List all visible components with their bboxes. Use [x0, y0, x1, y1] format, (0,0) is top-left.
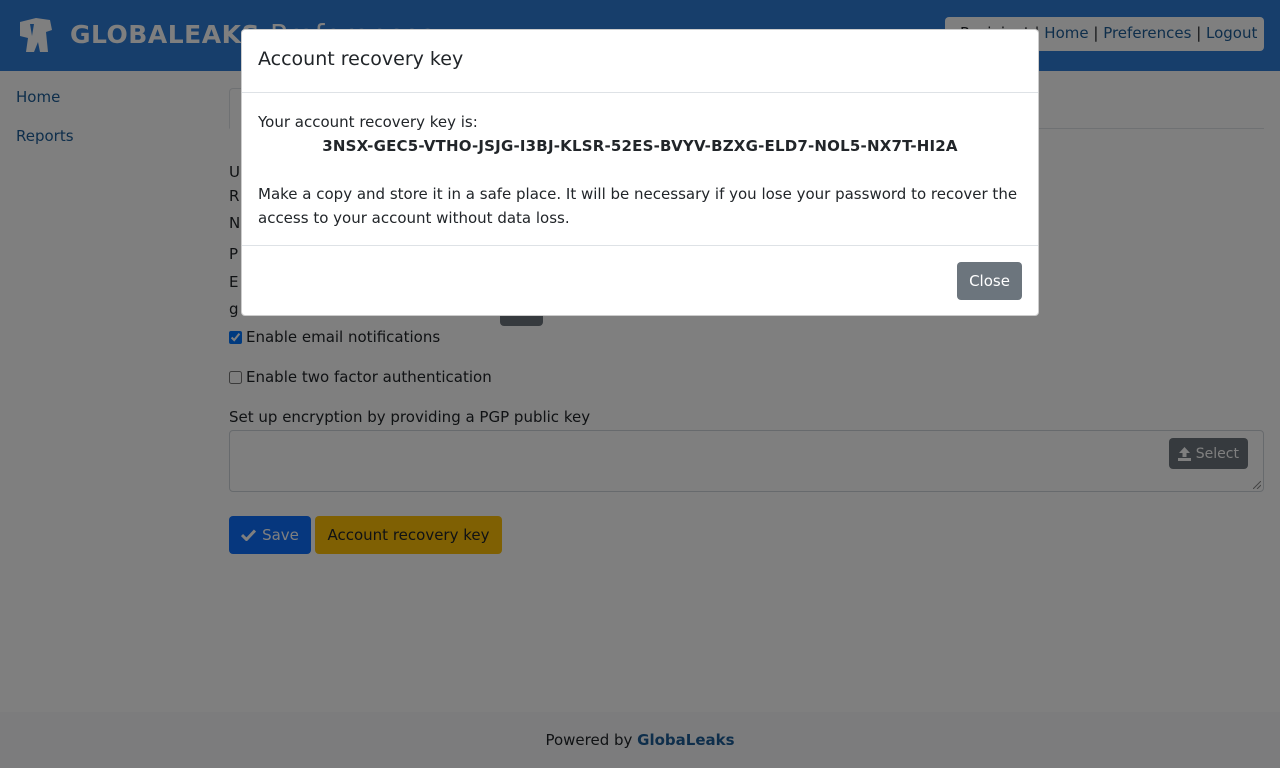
close-button[interactable]: Close: [957, 262, 1022, 300]
recovery-key-value[interactable]: 3NSX-GEC5-VTHO-JSJG-I3BJ-KLSR-52ES-BVYV-…: [258, 134, 1022, 158]
recovery-key-note: Make a copy and store it in a safe place…: [258, 185, 1018, 227]
modal-header: Account recovery key: [242, 30, 1038, 93]
modal-title: Account recovery key: [258, 48, 464, 70]
recovery-key-intro: Your account recovery key is:: [258, 113, 478, 131]
modal-footer: Close: [242, 246, 1038, 316]
modal-body: Your account recovery key is: 3NSX-GEC5-…: [242, 93, 1038, 246]
recovery-key-modal: Account recovery key Your account recove…: [241, 29, 1039, 316]
